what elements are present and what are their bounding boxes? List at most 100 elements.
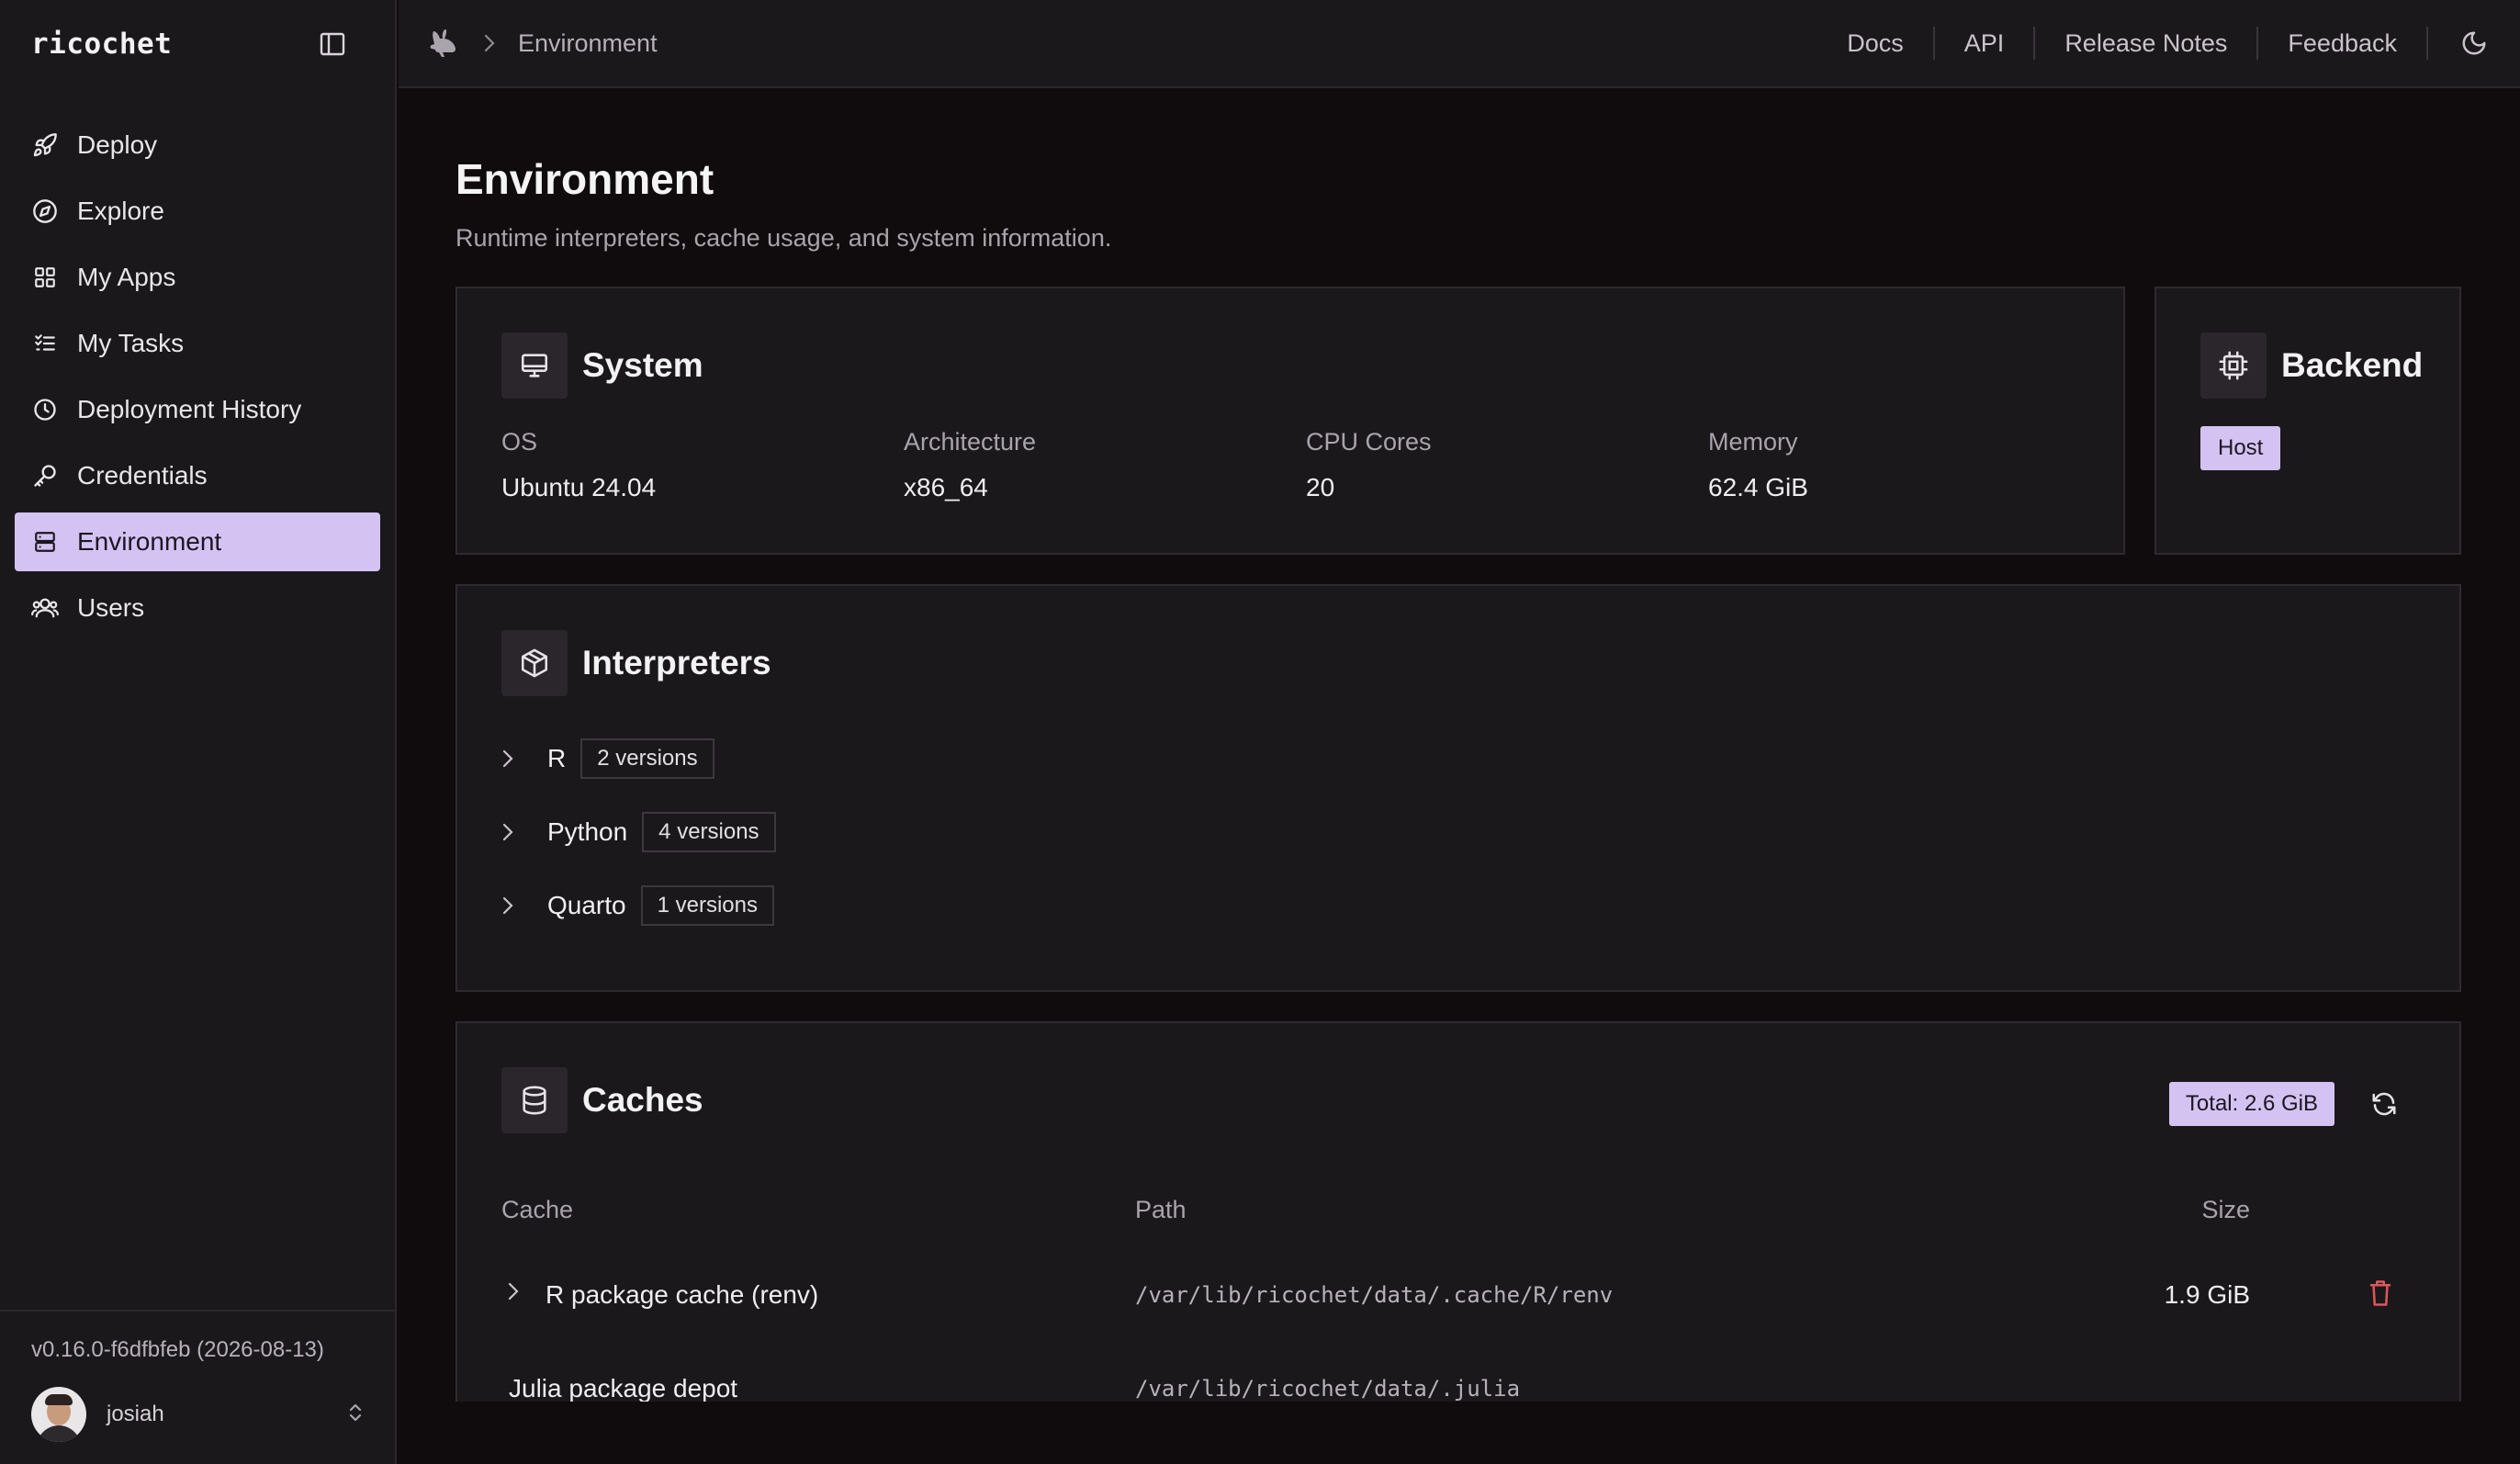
- sidebar-item-deployment-history[interactable]: Deployment History: [15, 380, 380, 439]
- cache-path: /var/lib/ricochet/data/.julia: [1135, 1376, 1521, 1402]
- api-link[interactable]: API: [1935, 27, 2036, 60]
- chevron-right-icon: [501, 748, 523, 770]
- brand-row: ricochet: [0, 0, 395, 88]
- interpreter-row-python[interactable]: Python 4 versions: [501, 812, 776, 852]
- backend-badge: Host: [2200, 426, 2281, 470]
- system-field-os: OS Ubuntu 24.04: [501, 428, 904, 502]
- field-value: 20: [1306, 473, 1335, 501]
- moon-icon[interactable]: [2428, 29, 2520, 57]
- versions-badge: 1 versions: [640, 885, 774, 926]
- backend-title: Backend: [2281, 346, 2424, 384]
- interpreter-name: Quarto: [547, 891, 626, 919]
- interpreters-title: Interpreters: [582, 644, 771, 681]
- column-header-cache[interactable]: Cache: [501, 1196, 573, 1224]
- sidebar-nav: Deploy Explore My Apps My Tasks Deployme…: [0, 88, 395, 637]
- monitor-icon: [501, 332, 568, 399]
- breadcrumb-current: Environment: [518, 28, 658, 57]
- docs-link[interactable]: Docs: [1817, 27, 1935, 60]
- topbar: Environment Docs API Release Notes Feedb…: [399, 0, 2520, 88]
- chevron-right-icon: [483, 32, 501, 54]
- user-menu[interactable]: josiah: [31, 1387, 364, 1442]
- caches-card-header: Caches: [501, 1067, 703, 1133]
- history-icon: [31, 396, 59, 423]
- system-card: System OS Ubuntu 24.04 Architecture x86_…: [456, 287, 2125, 555]
- chevron-right-icon: [501, 821, 523, 843]
- field-value: 62.4 GiB: [1708, 473, 1808, 501]
- feedback-link[interactable]: Feedback: [2258, 27, 2428, 60]
- list-checks-icon: [31, 330, 59, 357]
- sidebar-item-label: Deploy: [77, 130, 158, 159]
- cache-name: R package cache (renv): [546, 1280, 819, 1309]
- grid-icon: [31, 264, 59, 291]
- sidebar-footer: v0.16.0-f6dfbfeb (2026-08-13) josiah: [0, 1310, 395, 1464]
- database-icon: [501, 1067, 568, 1133]
- chevron-right-icon: [501, 895, 523, 917]
- server-icon: [31, 528, 59, 556]
- field-value: x86_64: [904, 473, 988, 501]
- sidebar-item-my-apps[interactable]: My Apps: [15, 248, 380, 307]
- table-row[interactable]: R package cache (renv) /var/lib/ricochet…: [457, 1269, 2459, 1345]
- key-icon: [31, 462, 59, 490]
- versions-badge: 2 versions: [580, 738, 714, 779]
- compass-icon: [31, 197, 59, 225]
- backend-card: Backend Host: [2154, 287, 2461, 555]
- trash-icon[interactable]: [2362, 1275, 2399, 1312]
- backend-card-header: Backend: [2200, 332, 2423, 399]
- interpreter-row-quarto[interactable]: Quarto 1 versions: [501, 885, 774, 926]
- sidebar-item-label: Users: [77, 593, 145, 622]
- field-value: Ubuntu 24.04: [501, 473, 657, 501]
- refresh-icon[interactable]: [2364, 1084, 2404, 1124]
- system-title: System: [582, 346, 703, 384]
- sidebar: ricochet Deploy Explore My Apps My Tasks…: [0, 0, 397, 1464]
- interpreter-name: R: [547, 744, 567, 772]
- column-header-path[interactable]: Path: [1135, 1196, 1187, 1224]
- system-field-cpu-cores: CPU Cores 20: [1306, 428, 1708, 502]
- sidebar-item-users[interactable]: Users: [15, 579, 380, 637]
- sidebar-item-credentials[interactable]: Credentials: [15, 446, 380, 505]
- interpreters-card-header: Interpreters: [501, 630, 771, 696]
- system-field-architecture: Architecture x86_64: [904, 428, 1306, 502]
- sidebar-item-explore[interactable]: Explore: [15, 182, 380, 241]
- sidebar-item-environment[interactable]: Environment: [15, 512, 380, 571]
- interpreter-name: Python: [547, 817, 628, 846]
- caches-card: Caches Total: 2.6 GiB Cache Path Size R …: [456, 1021, 2461, 1464]
- field-label: CPU Cores: [1306, 428, 1432, 456]
- chevron-right-icon[interactable]: [507, 1280, 520, 1307]
- cache-path: /var/lib/ricochet/data/.cache/R/renv: [1135, 1282, 1614, 1308]
- field-label: Architecture: [904, 428, 1037, 456]
- release-notes-link[interactable]: Release Notes: [2035, 27, 2259, 60]
- system-fields: OS Ubuntu 24.04 Architecture x86_64 CPU …: [501, 428, 2110, 502]
- sidebar-item-label: My Apps: [77, 263, 176, 291]
- sidebar-toggle-icon[interactable]: [318, 29, 347, 59]
- sidebar-item-label: My Tasks: [77, 329, 185, 357]
- page-subtitle: Runtime interpreters, cache usage, and s…: [456, 224, 1112, 252]
- field-label: Memory: [1708, 428, 1798, 456]
- avatar: [31, 1387, 86, 1442]
- sidebar-item-my-tasks[interactable]: My Tasks: [15, 314, 380, 373]
- sidebar-item-label: Environment: [77, 527, 222, 556]
- system-field-memory: Memory 62.4 GiB: [1708, 428, 2110, 502]
- versions-badge: 4 versions: [642, 812, 776, 852]
- cpu-icon: [2200, 332, 2267, 399]
- scroll-fade: [399, 1402, 2520, 1464]
- sidebar-item-deploy[interactable]: Deploy: [15, 116, 380, 175]
- main-content: Environment Runtime interpreters, cache …: [399, 90, 2520, 1464]
- top-links: Docs API Release Notes Feedback: [1817, 0, 2520, 86]
- sidebar-item-label: Deployment History: [77, 395, 302, 423]
- interpreter-row-r[interactable]: R 2 versions: [501, 738, 714, 779]
- sidebar-item-label: Explore: [77, 197, 164, 225]
- users-icon: [31, 594, 59, 622]
- chevrons-up-down-icon: [347, 1401, 364, 1429]
- column-header-size[interactable]: Size: [2201, 1196, 2250, 1224]
- home-rabbit-icon[interactable]: [426, 25, 463, 62]
- interpreters-card: Interpreters R 2 versions Python 4 versi…: [456, 584, 2461, 992]
- system-card-header: System: [501, 332, 703, 399]
- brand-logo[interactable]: ricochet: [31, 28, 172, 61]
- caches-title: Caches: [582, 1081, 703, 1119]
- rocket-icon: [31, 131, 59, 159]
- page-title: Environment: [456, 155, 714, 203]
- app-version: v0.16.0-f6dfbfeb (2026-08-13): [31, 1337, 324, 1362]
- sidebar-item-label: Credentials: [77, 461, 208, 490]
- field-label: OS: [501, 428, 538, 456]
- cache-name: Julia package depot: [509, 1374, 738, 1402]
